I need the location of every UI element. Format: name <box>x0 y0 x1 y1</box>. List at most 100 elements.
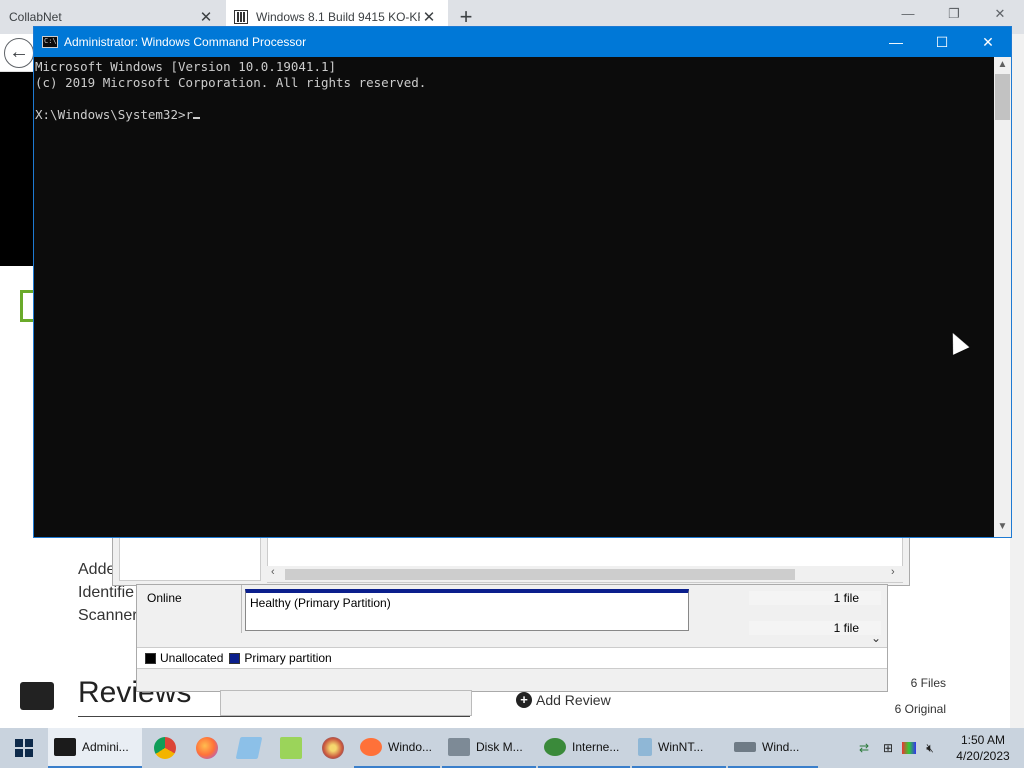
file-row: 1 file <box>749 591 881 605</box>
taskbar-pin-notepad[interactable] <box>228 728 270 768</box>
reviews-icon <box>20 682 54 710</box>
console-prompt-line: X:\Windows\System32>r <box>35 107 995 123</box>
tab-close-icon[interactable]: ✕ <box>197 8 215 26</box>
tab-title: CollabNet <box>9 10 62 24</box>
legend-primary-partition: Primary partition <box>229 651 332 665</box>
disk-management-icon <box>448 738 470 756</box>
console-line: (c) 2019 Microsoft Corporation. All righ… <box>35 75 427 90</box>
volume-horizontal-scrollbar[interactable]: ‹ › <box>267 566 903 582</box>
console-input[interactable]: r <box>186 107 194 122</box>
display-icon[interactable] <box>902 742 916 754</box>
cmd-console[interactable]: Microsoft Windows [Version 10.0.19041.1]… <box>34 57 995 537</box>
scroll-thumb[interactable] <box>285 569 795 580</box>
scanner-label: Scanner <box>78 607 138 624</box>
page-scrollbar[interactable] <box>1010 34 1024 728</box>
clock-time: 1:50 AM <box>960 733 1006 747</box>
taskbar-item-drive-window[interactable]: Wind... <box>728 728 818 768</box>
file-row: 1 file <box>749 621 881 635</box>
disk-divider <box>241 585 242 633</box>
back-button[interactable]: ← <box>4 38 34 68</box>
scroll-up-icon[interactable]: ▲ <box>994 59 1011 70</box>
usb-device-icon[interactable]: ⊞ <box>878 741 898 755</box>
maximize-button[interactable]: ☐ <box>919 27 965 57</box>
legend-label: Unallocated <box>160 651 224 665</box>
cmd-title: Administrator: Windows Command Processor <box>64 35 307 49</box>
archive-favicon-icon <box>234 10 248 24</box>
scroll-left-icon[interactable]: ‹ <box>271 566 275 578</box>
notepadplusplus-icon <box>280 737 302 759</box>
site-logo <box>20 290 34 322</box>
cmd-titlebar[interactable]: C:\ Administrator: Windows Command Proce… <box>34 27 1011 57</box>
taskbar-pin-paint[interactable] <box>312 728 354 768</box>
start-button[interactable] <box>0 728 48 768</box>
files-count: 6 Files <box>910 676 946 690</box>
volume-list-left <box>119 537 261 581</box>
tab-close-icon[interactable]: ✕ <box>420 8 438 26</box>
taskbar-item-label: Disk M... <box>476 740 523 754</box>
firefox-icon <box>360 738 382 756</box>
taskbar-item-label: Admini... <box>82 740 129 754</box>
add-review-button[interactable]: + Add Review <box>516 692 611 708</box>
console-prompt: X:\Windows\System32> <box>35 107 186 122</box>
disk-management-upper-pane: ‹ › <box>112 536 910 586</box>
clock[interactable]: 1:50 AM 4/20/2023 <box>942 732 1024 764</box>
taskbar-item-label: Windo... <box>388 740 433 754</box>
taskbar-item-label: Interne... <box>572 740 620 754</box>
cmd-icon: C:\ <box>42 36 58 48</box>
browser-minimize-button[interactable]: — <box>898 6 918 21</box>
drive-icon <box>734 742 756 752</box>
legend-swatch <box>229 652 241 664</box>
original-count: 6 Original <box>894 702 946 716</box>
added-label: Adde <box>78 561 116 578</box>
scroll-right-icon[interactable]: › <box>891 566 895 578</box>
legend-label: Primary partition <box>244 651 332 665</box>
system-tray: ⇄ ⊞ 🔇︎ 1:50 AM 4/20/2023 <box>852 728 1024 768</box>
network-icon[interactable]: ⇄ <box>854 741 874 755</box>
taskbar-item-winntsetup[interactable]: WinNT... <box>632 728 726 768</box>
cmd-vertical-scrollbar[interactable]: ▲ ▼ <box>994 57 1011 537</box>
partition-legend: Unallocated Primary partition <box>137 647 887 669</box>
page-banner <box>0 72 34 266</box>
taskbar-item-label: WinNT... <box>658 740 704 754</box>
clock-date: 4/20/2023 <box>956 749 1010 763</box>
chrome-icon <box>154 737 176 759</box>
close-button[interactable]: ✕ <box>965 27 1011 57</box>
winntsetup-icon <box>638 738 652 756</box>
text-cursor <box>193 117 201 119</box>
plus-circle-icon: + <box>516 692 532 708</box>
add-review-label: Add Review <box>536 692 611 708</box>
taskbar: Admini... Windo... Disk M... Interne... … <box>0 728 1024 768</box>
volume-muted-icon[interactable]: 🔇︎ <box>920 741 940 755</box>
identifier-label: Identifie <box>78 584 135 601</box>
firefox-icon <box>196 737 218 759</box>
tab-title: Windows 8.1 Build 9415 KO-KR <box>256 10 420 24</box>
legend-swatch <box>145 652 156 664</box>
taskbar-pin-firefox[interactable] <box>186 728 228 768</box>
browser-restore-button[interactable]: ❐ <box>944 6 964 22</box>
disk-status: Online <box>147 591 182 605</box>
chevron-down-icon[interactable]: ⌄ <box>871 631 881 645</box>
notepad-icon <box>235 737 263 759</box>
cmd-window[interactable]: C:\ Administrator: Windows Command Proce… <box>33 26 1012 538</box>
reviews-divider <box>78 716 470 717</box>
taskbar-item-label: Wind... <box>762 740 800 754</box>
taskbar-item-cmd[interactable]: Admini... <box>48 728 142 768</box>
taskbar-pin-chrome[interactable] <box>144 728 186 768</box>
minimize-button[interactable]: — <box>873 27 919 57</box>
console-line: Microsoft Windows [Version 10.0.19041.1] <box>35 59 337 74</box>
taskbar-pin-notepadplusplus[interactable] <box>270 728 312 768</box>
internet-download-manager-icon <box>544 738 566 756</box>
scroll-down-icon[interactable]: ▼ <box>994 521 1011 532</box>
cmd-icon <box>54 738 76 756</box>
taskbar-item-firefox-window[interactable]: Windo... <box>354 728 440 768</box>
taskbar-item-disk-management[interactable]: Disk M... <box>442 728 536 768</box>
legend-unallocated: Unallocated <box>145 651 223 665</box>
partition-block[interactable]: Healthy (Primary Partition) <box>245 589 689 631</box>
browser-close-button[interactable]: ✕ <box>990 6 1010 22</box>
disk-management-lower-pane: Online Healthy (Primary Partition) 1 fil… <box>136 584 888 692</box>
disk-management-bottom-panel <box>220 690 472 716</box>
partition-status: Healthy (Primary Partition) <box>250 596 391 610</box>
taskbar-item-internet-download-manager[interactable]: Interne... <box>538 728 630 768</box>
scroll-thumb[interactable] <box>995 74 1010 120</box>
